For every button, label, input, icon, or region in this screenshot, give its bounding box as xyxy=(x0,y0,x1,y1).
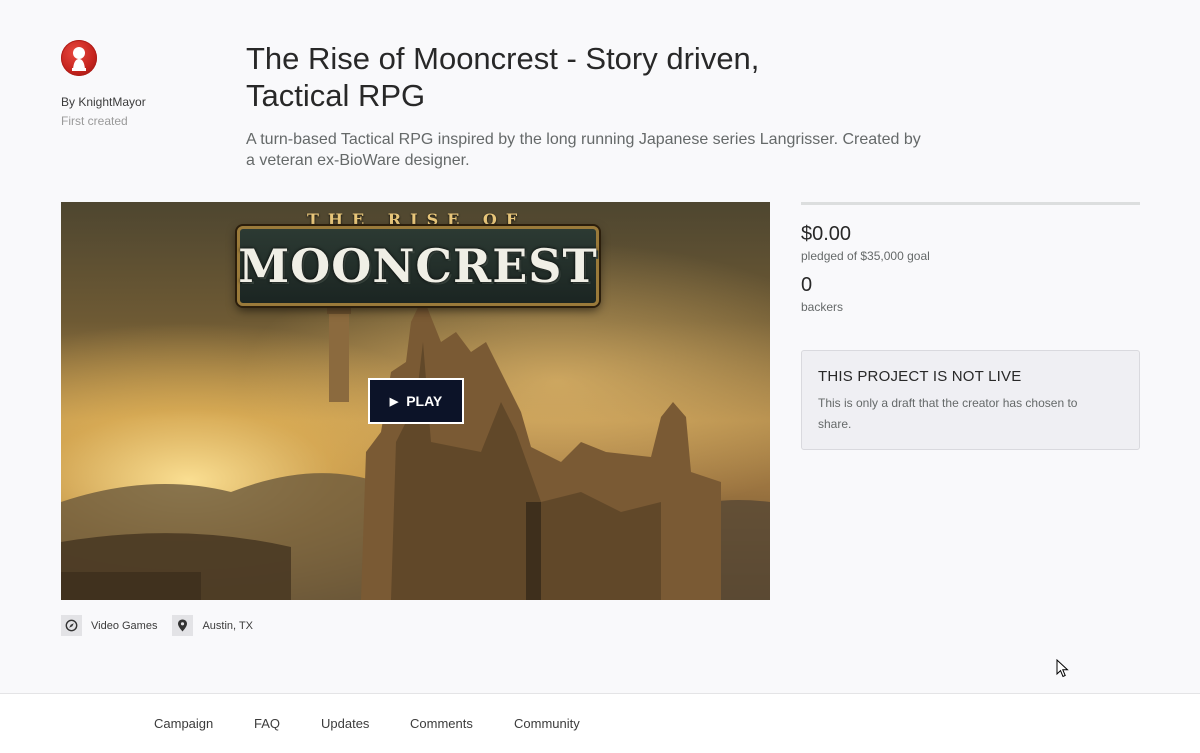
not-live-heading: THIS PROJECT IS NOT LIVE xyxy=(818,368,1022,385)
tab-community[interactable]: Community xyxy=(514,716,580,731)
not-live-text: This is only a draft that the creator ha… xyxy=(818,396,1078,431)
play-label: PLAY xyxy=(406,393,443,409)
project-blurb: A turn-based Tactical RPG inspired by th… xyxy=(246,131,921,169)
location-pin-icon xyxy=(172,615,194,636)
play-triangle-icon: ▶ xyxy=(389,395,399,408)
creator-info: By KnightMayor First created xyxy=(61,40,211,128)
video-logo: MOONCREST xyxy=(237,226,599,306)
first-created-label: First created xyxy=(61,114,128,128)
avatar-glyph-icon xyxy=(72,47,86,71)
video-logo-text: MOONCREST xyxy=(238,239,598,293)
project-nav-tabs: Campaign FAQ Updates Comments Community xyxy=(0,693,1200,753)
tag-location[interactable]: Austin, TX xyxy=(172,615,253,636)
pledged-goal-label: pledged of $35,000 goal xyxy=(801,249,930,263)
pledged-amount: $0.00 xyxy=(801,223,852,245)
tab-campaign[interactable]: Campaign xyxy=(154,716,213,731)
play-button[interactable]: ▶ PLAY xyxy=(368,378,464,424)
tab-updates[interactable]: Updates xyxy=(321,716,369,731)
funding-progress-bar xyxy=(801,202,1140,205)
project-video[interactable]: THE RISE OF MOONCREST ▶ PLAY xyxy=(61,202,770,600)
project-title: The Rise of Mooncrest - Story driven, Ta… xyxy=(246,41,760,113)
tag-category-label: Video Games xyxy=(91,619,158,632)
tag-location-label: Austin, TX xyxy=(202,619,253,632)
backers-label: backers xyxy=(801,300,844,314)
project-headline: The Rise of Mooncrest - Story driven, Ta… xyxy=(246,40,926,171)
not-live-notice: THIS PROJECT IS NOT LIVE This is only a … xyxy=(801,350,1140,450)
mouse-cursor-icon xyxy=(1056,659,1069,678)
project-tags: Video Games Austin, TX xyxy=(61,615,253,636)
tag-category[interactable]: Video Games xyxy=(61,615,157,636)
creator-name[interactable]: By KnightMayor xyxy=(61,95,211,109)
compass-icon xyxy=(61,615,82,636)
tab-faq[interactable]: FAQ xyxy=(254,716,280,731)
creator-avatar[interactable] xyxy=(61,40,97,76)
tab-comments[interactable]: Comments xyxy=(410,716,473,731)
funding-stats: $0.00 pledged of $35,000 goal 0 backers xyxy=(801,202,1140,314)
backers-count: 0 xyxy=(801,274,813,296)
